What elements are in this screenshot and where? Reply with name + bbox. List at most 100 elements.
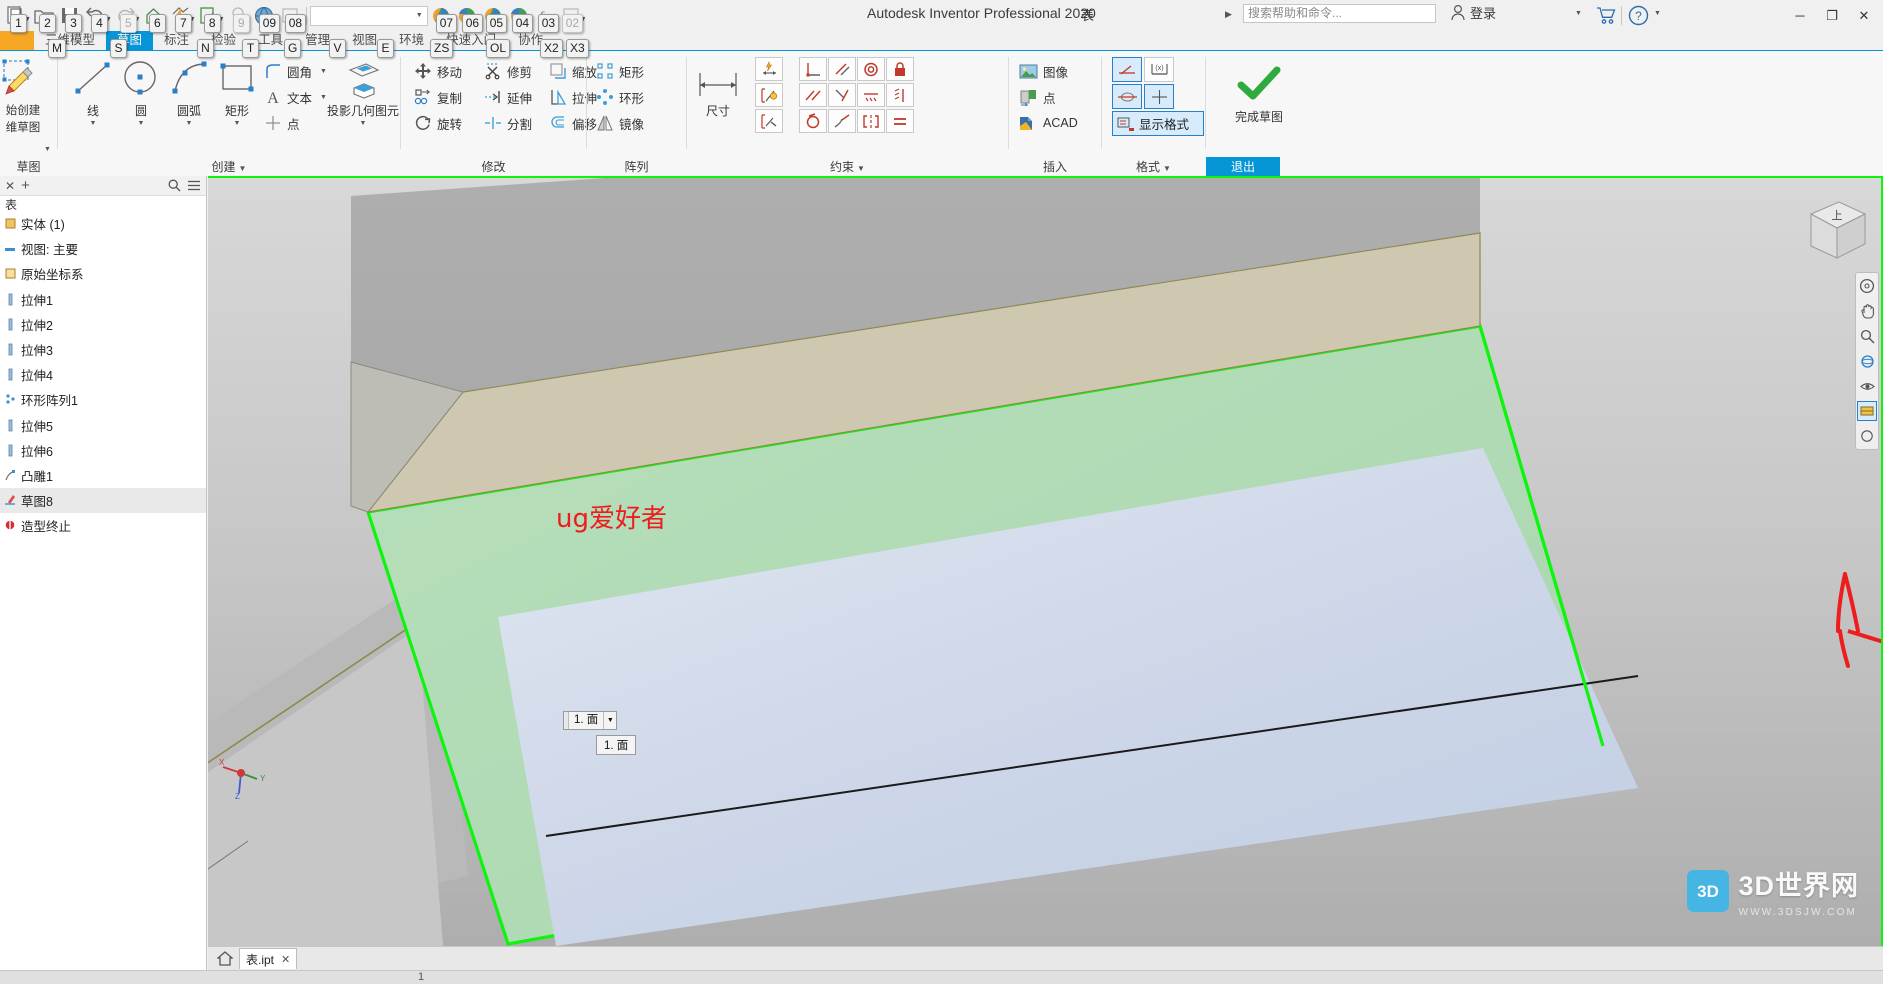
search-icon[interactable]	[168, 179, 181, 192]
home-button[interactable]	[212, 948, 237, 969]
insert-acad-button[interactable]: ACAD	[1019, 111, 1078, 135]
center-point-icon[interactable]	[1144, 84, 1174, 109]
full-navigation-wheel-icon[interactable]	[1857, 276, 1877, 296]
browser-item-1[interactable]: 视图: 主要	[0, 236, 206, 261]
zoom-magnifier-icon[interactable]	[1857, 326, 1877, 346]
split-button[interactable]: 分割	[483, 111, 532, 135]
project-geometry-dropdown-arrow[interactable]: ▼	[360, 120, 367, 127]
copy-button[interactable]: 复制	[413, 85, 462, 109]
perpendicular-icon[interactable]	[799, 57, 827, 81]
restore-button[interactable]: ❐	[1817, 3, 1847, 29]
construction-line-icon[interactable]	[1112, 57, 1142, 82]
panel-format-dropdown-arrow[interactable]: ▼	[1163, 164, 1171, 173]
qat-folder-icon[interactable]: 2	[31, 2, 57, 33]
viewcube-icon[interactable]: 上	[1791, 188, 1877, 270]
orbit-icon[interactable]	[1857, 351, 1877, 371]
rectangle-dropdown-arrow[interactable]: ▼	[234, 120, 241, 127]
qat-save-icon[interactable]: 3	[57, 2, 83, 33]
line-dropdown-arrow[interactable]: ▼	[90, 120, 97, 127]
qat-parameters-icon[interactable]: 02	[558, 2, 584, 33]
sign-in-control[interactable]: 登录	[1450, 3, 1496, 22]
create-2d-sketch-button[interactable]: 始创建 维草图	[0, 55, 52, 135]
insert-image-button[interactable]: 图像	[1019, 59, 1068, 83]
rectangle-button[interactable]: 矩形 ▼	[210, 55, 264, 127]
smooth-icon[interactable]	[828, 109, 856, 133]
close-button[interactable]: ✕	[1849, 3, 1879, 29]
browser-item-9[interactable]: 拉伸6	[0, 438, 206, 463]
auto-dimension-icon[interactable]	[755, 57, 783, 81]
help-dropdown-arrow[interactable]: ▼	[1654, 10, 1661, 17]
browser-item-5[interactable]: 拉伸3	[0, 337, 206, 362]
browser-item-10[interactable]: 凸雕1	[0, 463, 206, 488]
move-button[interactable]: 移动	[413, 59, 462, 83]
qat-style-combo[interactable]: ▼	[309, 5, 428, 26]
browser-item-4[interactable]: 拉伸2	[0, 312, 206, 337]
search-input[interactable]: 搜索帮助和命令...	[1243, 4, 1436, 23]
qat-undo-icon[interactable]: 4	[83, 2, 109, 33]
minimize-button[interactable]: ─	[1785, 3, 1815, 29]
qat-return-icon[interactable]: 8	[196, 2, 222, 33]
browser-item-3[interactable]: 拉伸1	[0, 287, 206, 312]
qat-sphere2-icon[interactable]: 06	[454, 2, 484, 33]
coincident-icon[interactable]	[828, 83, 856, 107]
circle-dropdown-arrow[interactable]: ▼	[138, 120, 145, 127]
qat-redo-icon[interactable]: 5	[112, 2, 138, 33]
rectangular-pattern-button[interactable]: 矩形	[595, 59, 644, 83]
qat-globe-icon[interactable]: 09	[251, 2, 281, 33]
circle-button[interactable]: 圆 ▼	[114, 55, 168, 127]
fix-lock-icon[interactable]	[886, 57, 914, 81]
browser-item-0[interactable]: 实体 (1)	[0, 211, 206, 236]
ribbon-tab-2[interactable]: 标注	[153, 31, 200, 50]
qat-material-icon[interactable]: 04	[506, 2, 534, 33]
extend-button[interactable]: 延伸	[483, 85, 532, 109]
navigation-more-icon[interactable]	[1857, 426, 1877, 446]
browser-item-6[interactable]: 拉伸4	[0, 362, 206, 387]
browser-item-7[interactable]: 环形阵列1	[0, 387, 206, 412]
horizontal-icon[interactable]	[857, 83, 885, 107]
qat-home-icon[interactable]: 6	[141, 2, 167, 33]
ribbon-tab-0[interactable]: 三维模型	[34, 31, 106, 50]
relax-mode-icon[interactable]	[755, 109, 783, 133]
parallel-icon[interactable]	[828, 57, 856, 81]
arc-dropdown-arrow[interactable]: ▼	[186, 120, 193, 127]
panel-constrain-dropdown-arrow[interactable]: ▼	[857, 164, 865, 173]
collinear-icon[interactable]	[799, 83, 827, 107]
project-geometry-button[interactable]: 投影几何图元 ▼	[318, 55, 408, 127]
browser-item-12[interactable]: 造型终止	[0, 513, 206, 538]
browser-item-11[interactable]: 草图8	[0, 488, 206, 514]
equal-icon[interactable]	[886, 109, 914, 133]
document-tab[interactable]: 表.ipt ✕	[239, 948, 298, 969]
tangent-icon[interactable]	[857, 57, 885, 81]
qat-clear-icon[interactable]: fx03	[532, 2, 560, 33]
vertical-icon[interactable]	[886, 83, 914, 107]
dimension-button[interactable]: 尺寸	[687, 69, 749, 119]
show-format-button[interactable]: 显示格式	[1112, 111, 1204, 136]
insert-point-button[interactable]: 点	[1019, 85, 1056, 109]
rotate-button[interactable]: 旋转	[413, 111, 462, 135]
driven-dimension-icon[interactable]: (x)	[1144, 57, 1174, 82]
create-sketch-dropdown-arrow[interactable]: ▼	[44, 146, 51, 153]
arc-button[interactable]: 圆弧 ▼	[162, 55, 216, 127]
mirror-button[interactable]: 镜像	[595, 111, 644, 135]
qat-bolt-icon[interactable]: 7	[167, 2, 193, 33]
qat-appearance-icon[interactable]: 05	[480, 2, 508, 33]
look-at-icon[interactable]	[1857, 376, 1877, 396]
finish-sketch-button[interactable]: 完成草图	[1224, 61, 1294, 125]
concentric-icon[interactable]	[799, 109, 827, 133]
chevron-down-icon[interactable]: ▼	[603, 712, 616, 729]
browser-item-2[interactable]: 原始坐标系	[0, 261, 206, 286]
add-icon[interactable]: +	[21, 177, 30, 194]
line-button[interactable]: 线 ▼	[66, 55, 120, 127]
symmetric-icon[interactable]	[857, 109, 885, 133]
show-constraints-icon[interactable]	[755, 83, 783, 107]
3d-viewport[interactable]: ug爱好者 1. 面 ▼ 1. 面 上 X Y Z 3D 3D世界网 WWW.3…	[208, 176, 1883, 946]
display-style-icon[interactable]	[1857, 401, 1877, 421]
qat-sphere-icon[interactable]: 07	[428, 2, 458, 33]
point-button[interactable]: 点	[263, 111, 300, 135]
qat-overflow-arrow[interactable]: ▶	[1225, 9, 1232, 20]
face-selector-chip[interactable]: 1. 面 ▼	[563, 711, 618, 730]
panel-create-dropdown-arrow[interactable]: ▼	[239, 164, 247, 173]
pan-hand-icon[interactable]	[1857, 301, 1877, 321]
application-menu-button[interactable]	[0, 31, 34, 50]
centerline-icon[interactable]	[1112, 84, 1142, 109]
